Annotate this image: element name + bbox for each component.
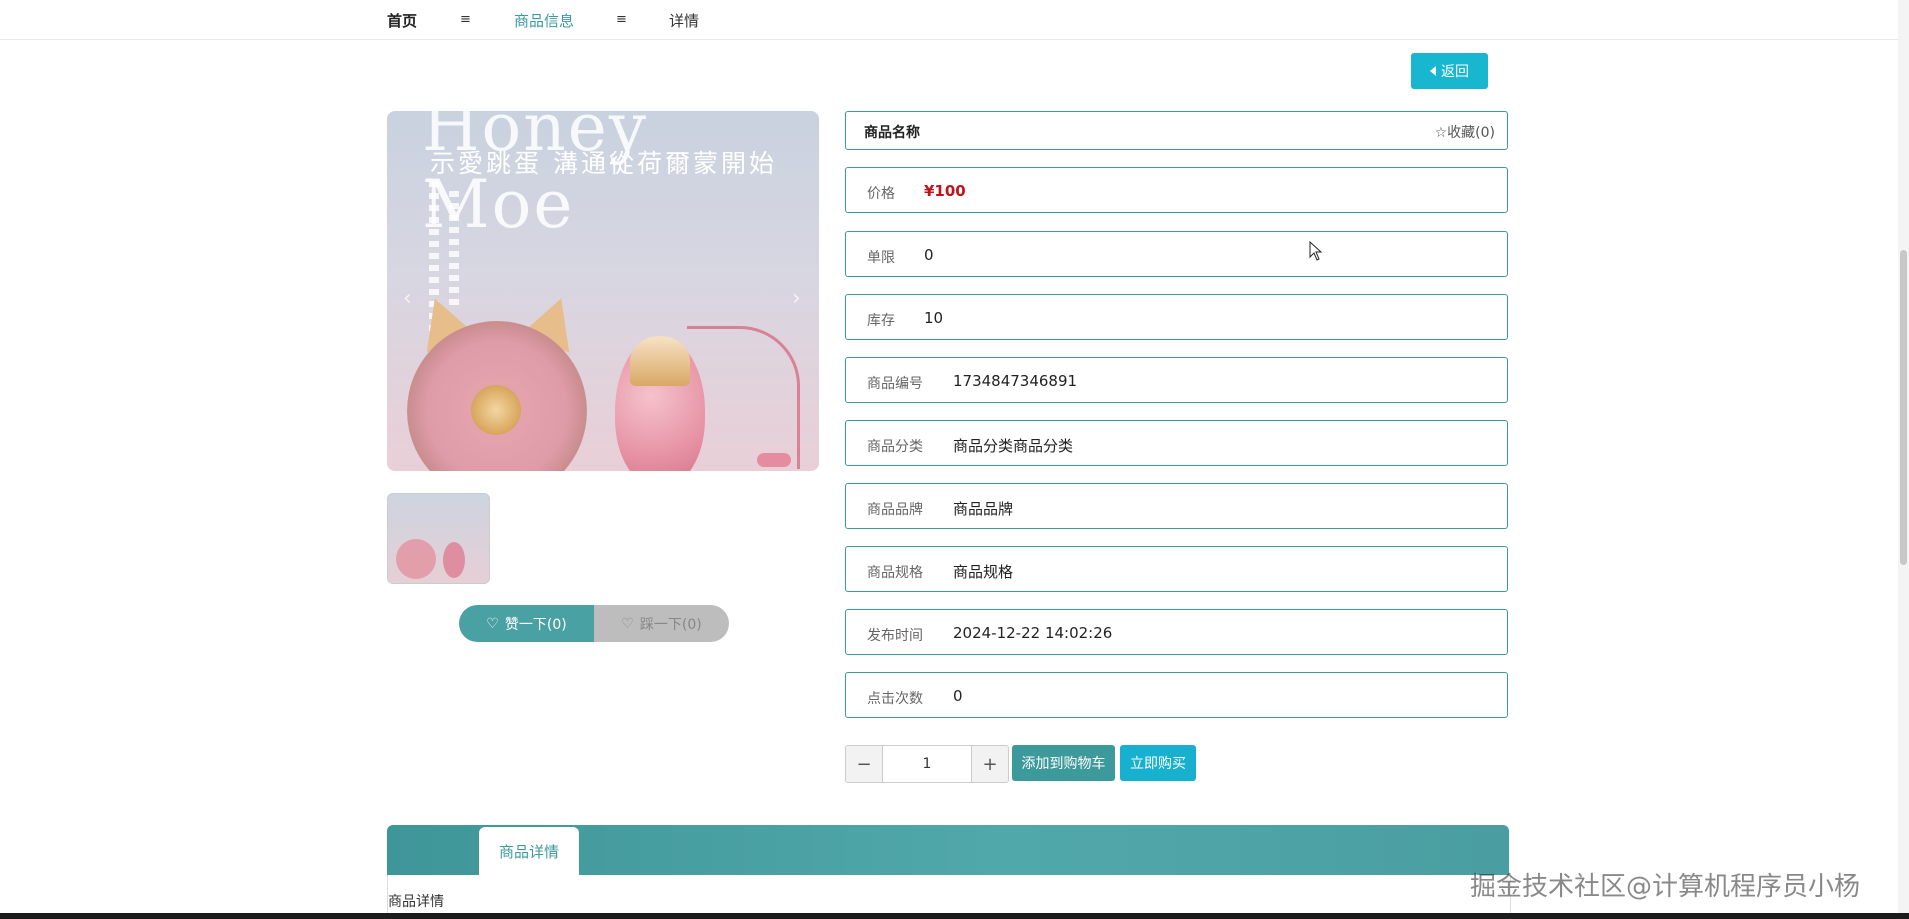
thumbnail-disc-shape (396, 539, 436, 579)
thumbs-down-icon: ♡ (621, 615, 634, 632)
bottom-edge-bar (0, 913, 1909, 919)
product-main-image: Honey Moe 示愛跳蛋 溝通從荷爾蒙開始 ‹ › (387, 111, 819, 471)
like-button[interactable]: ♡ 赞一下(0) (459, 605, 594, 642)
watermark-text: 掘金技术社区@计算机程序员小杨 (1470, 872, 1861, 902)
click-count-label: 点击次数 (867, 691, 923, 707)
scrollbar-thumb[interactable] (1900, 250, 1907, 565)
stock-value: 10 (924, 309, 944, 327)
favorite-button[interactable]: ☆收藏(0) (1435, 122, 1495, 142)
product-thumbnail[interactable] (387, 493, 490, 584)
dislike-button[interactable]: ♡ 踩一下(0) (594, 605, 729, 642)
quantity-stepper: − 1 + (845, 745, 1009, 783)
product-number-field: 商品编号 1734847346891 (845, 357, 1508, 403)
breadcrumb-separator-icon: ≡ (460, 12, 471, 27)
spec-label: 商品规格 (867, 565, 923, 581)
category-value: 商品分类商品分类 (953, 437, 1074, 455)
brand-label: 商品品牌 (867, 502, 923, 518)
buy-now-button[interactable]: 立即购买 (1120, 745, 1196, 781)
back-button-label: 返回 (1441, 64, 1469, 80)
product-name-label: 商品名称 (864, 125, 920, 141)
limit-field: 单限 0 (845, 231, 1508, 277)
image-slogan-text: 示愛跳蛋 溝通從荷爾蒙開始 (430, 149, 777, 178)
back-button[interactable]: 返回 (1411, 53, 1488, 89)
dislike-button-label: 踩一下(0) (639, 616, 702, 633)
like-button-label: 赞一下(0) (504, 616, 567, 633)
quantity-decrement-button[interactable]: − (846, 746, 882, 782)
add-to-cart-button[interactable]: 添加到购物车 (1012, 745, 1115, 781)
publish-time-value: 2024-12-22 14:02:26 (953, 624, 1113, 642)
product-number-label: 商品编号 (867, 376, 923, 392)
stock-label: 库存 (867, 313, 895, 329)
spec-value: 商品规格 (953, 563, 1014, 581)
detail-content-text: 商品详情 (388, 894, 444, 910)
top-breadcrumb-bar: 首页 ≡ 商品信息 ≡ 详情 (0, 0, 1909, 40)
caret-left-icon (1430, 66, 1436, 76)
vote-group: ♡ 赞一下(0) ♡ 踩一下(0) (459, 605, 729, 642)
mouse-cursor-icon (1309, 241, 1323, 261)
thumbs-up-icon: ♡ (486, 615, 499, 632)
stock-field: 库存 10 (845, 294, 1508, 340)
breadcrumb-separator-icon: ≡ (616, 12, 627, 27)
thumbnail-egg-shape (443, 542, 465, 578)
price-field: 价格 ¥100 (845, 167, 1508, 213)
category-field: 商品分类 商品分类商品分类 (845, 420, 1508, 466)
quantity-input[interactable]: 1 (882, 746, 972, 782)
product-plug-shape (757, 453, 791, 467)
price-label: 价格 (867, 186, 895, 202)
breadcrumb-detail: 详情 (669, 12, 700, 30)
product-number-value: 1734847346891 (953, 372, 1078, 390)
publish-time-label: 发布时间 (867, 628, 923, 644)
click-count-field: 点击次数 0 (845, 672, 1508, 718)
breadcrumb-home[interactable]: 首页 (387, 10, 417, 31)
click-count-value: 0 (953, 687, 963, 705)
brand-value: 商品品牌 (953, 500, 1014, 518)
limit-value: 0 (924, 246, 934, 264)
publish-time-field: 发布时间 2024-12-22 14:02:26 (845, 609, 1508, 655)
limit-label: 单限 (867, 250, 895, 266)
brand-field: 商品品牌 商品品牌 (845, 483, 1508, 529)
product-egg-cap (630, 336, 690, 386)
tab-product-detail[interactable]: 商品详情 (479, 827, 579, 875)
product-logo-badge (471, 385, 521, 435)
spec-field: 商品规格 商品规格 (845, 546, 1508, 592)
category-label: 商品分类 (867, 439, 923, 455)
product-name-field: 商品名称 ☆收藏(0) (845, 111, 1508, 150)
quantity-increment-button[interactable]: + (972, 746, 1008, 782)
breadcrumb-product-info[interactable]: 商品信息 (514, 10, 574, 31)
price-value: ¥100 (924, 182, 966, 200)
carousel-next-icon[interactable]: › (792, 286, 801, 311)
